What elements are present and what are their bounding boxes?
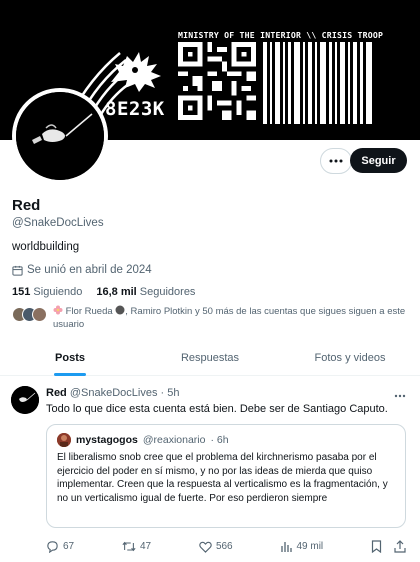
tweet-text: Todo lo que dice esta cuenta está bien. … — [46, 403, 388, 415]
tweet-more-button[interactable] — [394, 385, 406, 403]
profile-tabs: Posts Respuestas Fotos y videos — [0, 340, 420, 376]
repost-count: 47 — [139, 541, 152, 552]
flower-icon — [53, 305, 63, 315]
reply-icon — [47, 541, 58, 553]
views-count: 49 mil — [296, 541, 324, 552]
conductor-hand-image — [11, 386, 39, 414]
tweet-avatar[interactable] — [11, 386, 39, 414]
tab-replies[interactable]: Respuestas — [140, 340, 280, 375]
views-button[interactable]: 49 mil — [280, 541, 323, 553]
quote-handle: @reaxionario — [142, 434, 206, 446]
tweet-handle[interactable]: @SnakeDocLives — [70, 387, 158, 399]
joined-text: Se unió en abril de 2024 — [27, 264, 152, 276]
barcode-graphic — [263, 42, 372, 124]
tweet-time[interactable]: · 5h — [161, 387, 180, 399]
following-count: 151 — [12, 286, 31, 298]
quote-avatar — [57, 433, 71, 447]
like-count: 566 — [215, 541, 233, 552]
more-options-button[interactable] — [320, 148, 352, 174]
calendar-icon — [12, 265, 23, 276]
quote-text: El liberalismo snob cree que el problema… — [57, 452, 388, 504]
fyk-flor: Flor Rueda — [65, 306, 113, 317]
followers-label: Seguidores — [139, 286, 196, 298]
avatar — [115, 305, 125, 315]
profile-avatar[interactable] — [12, 88, 108, 184]
profile-bio: worldbuilding — [12, 241, 80, 253]
follow-stats: 151 Siguiendo 16,8 mil Seguidores — [12, 286, 195, 298]
following-label: Siguiendo — [33, 286, 83, 298]
fyk-avatar-stack — [12, 307, 47, 331]
tweet-secondary-actions — [371, 540, 406, 553]
reply-button[interactable]: 67 — [46, 540, 74, 553]
joined-date: Se unió en abril de 2024 — [12, 264, 152, 276]
views-icon — [281, 541, 293, 552]
quote-time: · 6h — [210, 434, 229, 446]
followers-link[interactable]: 16,8 mil Seguidores — [96, 286, 195, 298]
quote-header: mystagogos @reaxionario · 6h — [57, 433, 229, 447]
quoted-tweet[interactable]: mystagogos @reaxionario · 6h El liberali… — [46, 424, 406, 528]
profile-handle: @SnakeDocLives — [12, 217, 104, 229]
profile-name: Red — [12, 197, 41, 214]
tweet-actions: 67 47 566 49 mil — [46, 540, 406, 553]
qr-code-graphic — [178, 42, 256, 120]
followers-you-know[interactable]: Flor Rueda , Ramiro Plotkin y 50 más de … — [12, 305, 412, 331]
repost-button[interactable]: 47 — [122, 540, 151, 553]
tweet-author[interactable]: Red — [46, 387, 67, 399]
followers-count: 16,8 mil — [96, 286, 137, 298]
more-icon — [329, 159, 343, 163]
dragon-emblem — [111, 52, 161, 92]
banner-code-text: 8E23K — [105, 98, 165, 120]
reply-count: 67 — [63, 541, 75, 552]
tweet-header: Red @SnakeDocLives · 5h — [46, 387, 179, 399]
tweet[interactable]: Red @SnakeDocLives · 5h Todo lo que dice… — [0, 377, 420, 562]
banner-ministry-text: MINISTRY OF THE INTERIOR \\ CRISIS TROOP — [178, 30, 384, 40]
quote-author: mystagogos — [76, 434, 138, 446]
follow-button[interactable]: Seguir — [350, 148, 407, 173]
tab-posts[interactable]: Posts — [0, 340, 140, 376]
share-icon[interactable] — [394, 540, 406, 553]
conductor-hand-image — [16, 92, 104, 180]
avatar — [32, 307, 47, 322]
more-icon — [394, 394, 406, 398]
repost-icon — [122, 541, 136, 552]
following-link[interactable]: 151 Siguiendo — [12, 286, 82, 298]
like-button[interactable]: 566 — [199, 541, 233, 553]
bookmark-icon[interactable] — [371, 540, 382, 553]
like-icon — [199, 541, 212, 553]
tab-media[interactable]: Fotos y videos — [280, 340, 420, 375]
